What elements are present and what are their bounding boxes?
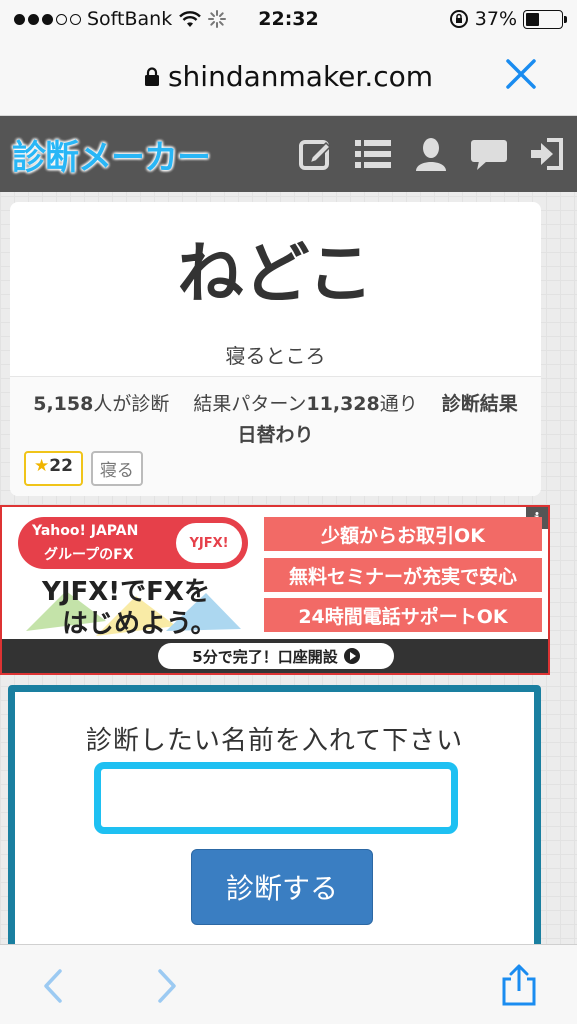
hashtag[interactable]: 寝る [90,451,143,486]
ad-feature-2: 無料セミナーが充実で安心 [264,558,542,592]
wifi-icon [179,11,202,27]
battery-percent: 37% [474,8,517,30]
ad-banner[interactable]: i Yahoo! JAPAN グループのFX YJFX! YJFX!でFXを は… [0,505,550,675]
url-bar[interactable]: shindanmaker.com [0,38,577,116]
shindan-stats: 5,158人が診断 結果パターン11,328通り 診断結果日替わり [10,377,541,451]
star-count: 22 [49,456,73,476]
shindan-title: ねどこ [177,235,374,312]
battery-icon [523,9,567,29]
patterns-suffix: 通り [379,393,418,415]
ad-bottom-bar: 5分で完了！口座開設 [2,639,548,673]
name-input-label: 診断したい名前を入れて下さい [85,726,464,756]
back-icon[interactable] [38,967,68,1005]
patterns-prefix: 結果パターン [193,393,307,415]
ad-yahoo-badge: Yahoo! JAPAN グループのFX YJFX! [18,517,248,569]
diagnosis-count: 5,158 [33,393,94,415]
activity-spinner-icon [208,10,227,28]
battery-level [526,12,539,26]
chat-icon[interactable] [471,136,507,172]
carrier-name: SoftBank [87,8,173,30]
favorite-star-badge[interactable]: ★22 [24,451,83,486]
list-icon[interactable] [355,136,391,172]
lock-icon [144,66,159,86]
close-icon[interactable] [503,56,539,92]
signal-strength-icon [14,13,81,25]
status-time: 22:32 [258,8,319,30]
ad-feature-3: 24時間電話サポートOK [264,598,542,632]
stats-box: 5,158人が診断 結果パターン11,328通り 診断結果日替わり ★22 寝る [10,376,541,496]
url-text: shindanmaker.com [167,60,434,93]
site-logo[interactable]: 診断メーカー [12,130,211,179]
status-bar: SoftBank 22:32 37% [0,0,577,38]
tags: ★22 寝る [24,451,143,486]
status-left: SoftBank [14,8,227,30]
user-icon[interactable] [413,136,449,172]
address[interactable]: shindanmaker.com [144,60,433,93]
browser-toolbar [0,944,577,1024]
ad-yjfx-logo: YJFX! [176,523,242,563]
rotation-lock-icon [449,10,468,28]
status-right: 37% [449,8,567,30]
submit-button[interactable]: 診断する [191,849,373,925]
shindan-card: ねどこ 寝るところ 5,158人が診断 結果パターン11,328通り 診断結果日替わ… [10,202,541,496]
ad-headline-2: はじめよう。 [62,609,217,639]
ad-yahoo-line2: グループのFX [44,547,134,563]
ad-feature-1: 少額からお取引OK [264,517,542,551]
share-icon[interactable] [498,963,540,1007]
site-header: 診断メーカー [0,116,577,192]
login-icon[interactable] [529,136,565,172]
star-icon: ★ [34,456,50,476]
forward-icon[interactable] [152,967,182,1005]
shindan-form: 診断したい名前を入れて下さい 診断する [8,685,541,955]
play-arrow-icon [343,648,360,664]
pattern-count: 11,328 [306,393,380,415]
edit-icon[interactable] [297,136,333,172]
ad-yahoo-line1: Yahoo! JAPAN [32,523,139,539]
diagnosis-count-suffix: 人が診断 [93,393,170,415]
name-input[interactable] [94,762,458,834]
ad-cta-button[interactable]: 5分で完了！口座開設 [158,643,394,669]
header-icons [297,136,565,172]
ad-cta-label: 5分で完了！口座開設 [192,647,338,666]
shindan-subtitle: 寝るところ [225,344,326,368]
